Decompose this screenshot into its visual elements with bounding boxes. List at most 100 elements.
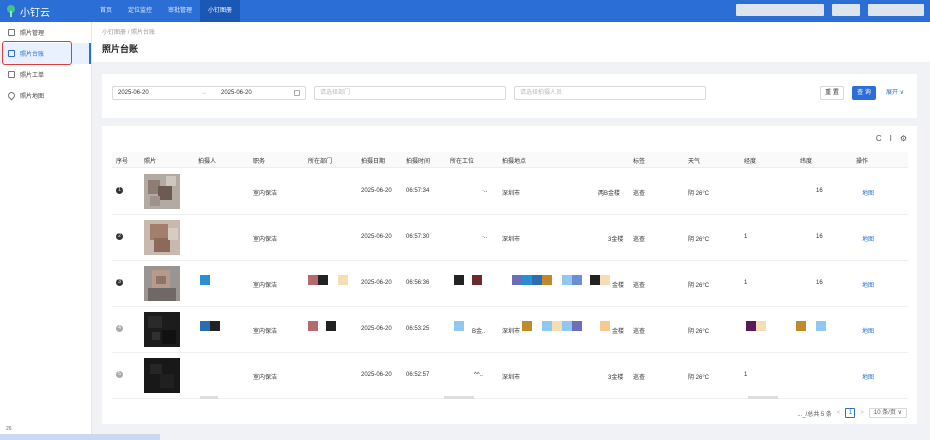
photographer-placeholder: 请选择拍摄人员 (520, 90, 563, 96)
photo-thumbnail[interactable] (144, 312, 180, 347)
shoot-time: 06:53:25 (406, 326, 430, 332)
col-header-time: 拍摄时间 (406, 159, 431, 165)
col-header-station: 所在工位 (450, 159, 475, 165)
nav-item-approval[interactable]: 审批管理 (160, 0, 200, 22)
page-size-select[interactable]: 10 条/页 ∨ (868, 408, 907, 418)
next-page-button[interactable]: > (860, 410, 864, 416)
page-title: 照片台账 (102, 44, 139, 54)
weather: 阴 26°C (688, 237, 710, 243)
nav-item-location-monitor[interactable]: 定位监控 (120, 0, 160, 22)
sidebar-footer: 26 (6, 426, 12, 432)
page-header: 小钉图册 / 照片台账 照片台账 (92, 22, 930, 62)
map-link[interactable]: 地图 (862, 372, 874, 381)
expand-filters-link[interactable]: 展开 ∨ (886, 86, 904, 100)
photo-thumbnail[interactable] (144, 220, 180, 255)
date-range-picker[interactable]: 2025-06-20 → 2025-06-20 (112, 86, 306, 100)
table-row: 3 室内保洁 2025-06-20 06:56:36 金楼 巡查 阴 26°C … (112, 261, 908, 307)
user-info-redacted[interactable] (736, 4, 824, 16)
latitude: 16 (816, 234, 823, 240)
redacted-block (552, 321, 562, 331)
shoot-date: 2025-06-20 (361, 326, 392, 332)
job-title: 室内保洁 (253, 191, 278, 197)
table-row: 1 室内保洁 2025-06-20 06:57:34 ·.. 深圳市 两B金楼 … (112, 169, 908, 215)
longitude: 1 (744, 234, 748, 240)
sidebar: 照片管理 照片台账 照片工单 照片地图 26 (0, 22, 92, 440)
map-link[interactable]: 地图 (862, 280, 874, 289)
query-button[interactable]: 查 询 (852, 86, 876, 100)
selection-highlight-box (2, 41, 72, 65)
table-header: 序号 照片 拍摄人 职务 所在部门 拍摄日期 拍摄时间 所在工位 拍摄地点 标签… (112, 152, 908, 168)
map-link[interactable]: 地图 (862, 188, 874, 197)
map-link[interactable]: 地图 (862, 234, 874, 243)
shoot-time: 06:57:34 (406, 188, 430, 194)
prev-page-button[interactable]: < (837, 410, 841, 416)
column-height-icon[interactable]: I (890, 134, 892, 143)
main-nav: 首页 定位监控 审批管理 小钉图册 (92, 0, 241, 22)
redacted-block (200, 321, 210, 331)
photo-thumbnail[interactable] (144, 358, 180, 393)
redacted-block (590, 275, 600, 285)
pagination: ..._/总共 5 条 < 1 > 10 条/页 ∨ (797, 408, 907, 418)
location-detail: 金楼 (612, 283, 625, 289)
nav-item-photo-album[interactable]: 小钉图册 (200, 0, 241, 22)
redacted-text (200, 396, 218, 399)
location-detail: 3金楼 (608, 375, 624, 381)
date-end: 2025-06-20 (221, 90, 252, 96)
redacted-block (600, 275, 610, 285)
photo-table-card: C I ⚙ 序号 照片 拍摄人 职务 所在部门 拍摄日期 拍摄时间 所在工位 拍… (102, 126, 917, 424)
job-title: 室内保洁 (253, 237, 278, 243)
page-scrollbar[interactable] (918, 126, 922, 424)
station-text: ^^.. (474, 372, 483, 378)
redacted-block (454, 321, 464, 331)
shoot-date: 2025-06-20 (361, 188, 392, 194)
photo-thumbnail[interactable] (144, 266, 180, 301)
redacted-block (562, 275, 572, 285)
sidebar-item-photo-management[interactable]: 照片管理 (0, 22, 91, 43)
user-menu-redacted[interactable] (868, 4, 924, 16)
logo-icon (6, 5, 16, 17)
redacted-block (338, 275, 348, 285)
row-index: 2 (116, 233, 123, 240)
col-header-position: 职务 (253, 159, 266, 165)
department-placeholder: 请选择部门 (320, 90, 351, 96)
col-header-photo: 照片 (144, 159, 157, 165)
location-city: 深圳市 (502, 191, 521, 197)
col-header-location: 拍摄地点 (502, 159, 527, 165)
station-text: ·.. (482, 188, 488, 194)
refresh-icon[interactable]: C (876, 134, 882, 143)
redacted-block (210, 321, 220, 331)
page-number-button[interactable]: 1 (845, 408, 856, 418)
tag: 巡查 (633, 375, 646, 381)
photo-thumbnail[interactable] (144, 174, 180, 209)
breadcrumb-current: 照片台账 (131, 30, 156, 36)
top-navigation-bar: 小钉云 首页 定位监控 审批管理 小钉图册 (0, 0, 930, 22)
settings-icon[interactable]: ⚙ (900, 134, 907, 143)
col-header-actions: 操作 (856, 159, 869, 165)
map-link[interactable]: 地图 (862, 326, 874, 335)
app-logo[interactable]: 小钉云 (0, 0, 92, 22)
status-bar (0, 434, 160, 440)
col-header-tag: 标签 (633, 159, 646, 165)
breadcrumb: 小钉图册 / 照片台账 (102, 27, 930, 36)
redacted-block (816, 321, 826, 331)
redacted-block (600, 321, 610, 331)
breadcrumb-parent[interactable]: 小钉图册 (102, 30, 126, 36)
redacted-text (748, 396, 778, 399)
department-select[interactable]: 请选择部门 (314, 86, 506, 100)
nav-item-home[interactable]: 首页 (92, 0, 120, 22)
photographer-select[interactable]: 请选择拍摄人员 (514, 86, 706, 100)
clipboard-icon (8, 71, 15, 78)
shoot-date: 2025-06-20 (361, 372, 392, 378)
location-city: 深圳市 (502, 375, 521, 381)
tag: 巡查 (633, 283, 646, 289)
sidebar-item-photo-workorder[interactable]: 照片工单 (0, 64, 91, 85)
redacted-text (444, 396, 474, 399)
sidebar-item-photo-map[interactable]: 照片地图 (0, 85, 91, 106)
col-header-latitude: 纬度 (800, 159, 813, 165)
redacted-block (746, 321, 756, 331)
reset-button[interactable]: 重 置 (820, 86, 844, 100)
redacted-block (200, 275, 210, 285)
header-info-redacted (832, 4, 860, 16)
table-toolbar: C I ⚙ (876, 134, 907, 143)
date-start: 2025-06-20 (118, 90, 149, 96)
